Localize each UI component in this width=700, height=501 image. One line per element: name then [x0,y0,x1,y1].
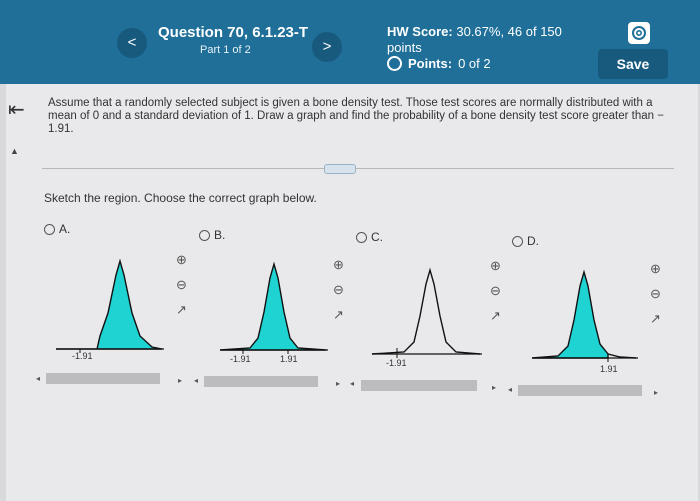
points-value: 0 of 2 [458,56,491,71]
save-button[interactable]: Save [598,49,668,79]
open-new-window-icon[interactable]: ↗ [647,310,664,327]
points-display: Points: 0 of 2 [387,56,491,71]
hw-score: HW Score: 30.67%, 46 of 150 points [387,24,577,56]
graph-d-scrollbar[interactable] [518,385,642,396]
option-b[interactable]: B. [199,228,225,242]
graph-b-tick-label-left: -1.91 [230,354,251,364]
scroll-left-icon[interactable]: ◂ [508,385,512,394]
option-c-radio[interactable] [356,231,367,243]
graph-d-shaded-region [531,269,609,359]
settings-gear-icon[interactable] [628,22,650,44]
option-a[interactable]: A. [44,222,70,236]
graph-c-scrollbar[interactable] [361,380,477,391]
option-c[interactable]: C. [356,230,383,244]
section-divider [42,168,674,169]
graph-c-tick-label: -1.91 [386,358,407,368]
graph-d-curve-tail [607,353,637,359]
points-label: Points: [408,56,453,71]
problem-statement: Assume that a randomly selected subject … [48,97,664,135]
zoom-out-icon[interactable]: ⊖ [487,282,504,299]
scroll-left-icon[interactable]: ◂ [36,374,40,383]
question-part: Part 1 of 2 [200,44,251,56]
graph-a: -1.91 [56,258,164,361]
zoom-out-icon[interactable]: ⊖ [330,281,347,298]
graph-c: -1.91 [371,267,482,368]
open-new-window-icon[interactable]: ↗ [487,307,504,324]
graph-b-tick-label-right: 1.91 [280,354,298,364]
open-new-window-icon[interactable]: ↗ [330,306,347,323]
prev-question-button[interactable]: < [117,28,147,58]
option-d-label: D. [527,234,539,248]
graph-c-curve [371,267,481,355]
header-bar: < Question 70, 6.1.23-T Part 1 of 2 > HW… [0,0,700,84]
scroll-right-icon[interactable]: ▸ [492,383,496,392]
divider-drag-handle[interactable] [324,164,356,174]
graph-a-zoom-controls: ⊕ ⊖ ↗ [173,251,190,318]
graph-d-zoom-controls: ⊕ ⊖ ↗ [647,260,664,327]
zoom-in-icon[interactable]: ⊕ [173,251,190,268]
graph-b-scrollbar[interactable] [204,376,318,387]
zoom-in-icon[interactable]: ⊕ [647,260,664,277]
open-new-window-icon[interactable]: ↗ [173,301,190,318]
option-a-radio[interactable] [44,223,55,235]
question-title: Question 70, 6.1.23-T [158,24,309,41]
zoom-in-icon[interactable]: ⊕ [330,256,347,273]
graph-b-shaded-region [219,261,327,351]
zoom-in-icon[interactable]: ⊕ [487,257,504,274]
scroll-up-icon[interactable]: ▲ [10,146,19,156]
graph-b-zoom-controls: ⊕ ⊖ ↗ [330,256,347,323]
hw-score-value: 30.67%, 46 of 150 [456,24,562,39]
hw-score-label: HW Score: [387,24,453,39]
graph-b: -1.91 1.91 [219,261,328,364]
graph-d: 1.91 [531,269,638,374]
scroll-right-icon[interactable]: ▸ [654,388,658,397]
graph-d-tick-label: 1.91 [600,364,618,374]
zoom-out-icon[interactable]: ⊖ [173,276,190,293]
zoom-out-icon[interactable]: ⊖ [647,285,664,302]
instruction-text: Sketch the region. Choose the correct gr… [44,191,317,205]
option-a-label: A. [59,222,71,236]
scroll-right-icon[interactable]: ▸ [336,379,340,388]
scroll-left-icon[interactable]: ◂ [194,376,198,385]
scroll-right-icon[interactable]: ▸ [178,376,182,385]
hw-score-points-word: points [387,40,422,55]
graph-c-zoom-controls: ⊕ ⊖ ↗ [487,257,504,324]
graph-a-tick-label: -1.91 [72,351,93,361]
next-question-button[interactable]: > [312,32,342,62]
option-b-radio[interactable] [199,229,210,241]
option-b-label: B. [214,228,226,242]
option-d-radio[interactable] [512,235,523,247]
scroll-left-icon[interactable]: ◂ [350,379,354,388]
graph-a-shaded-region [56,258,163,350]
graph-a-scrollbar[interactable] [46,373,160,384]
option-c-label: C. [371,230,383,244]
points-status-icon [387,56,402,71]
collapse-arrow-icon[interactable]: ⇤ [8,97,25,122]
option-d[interactable]: D. [512,234,539,248]
